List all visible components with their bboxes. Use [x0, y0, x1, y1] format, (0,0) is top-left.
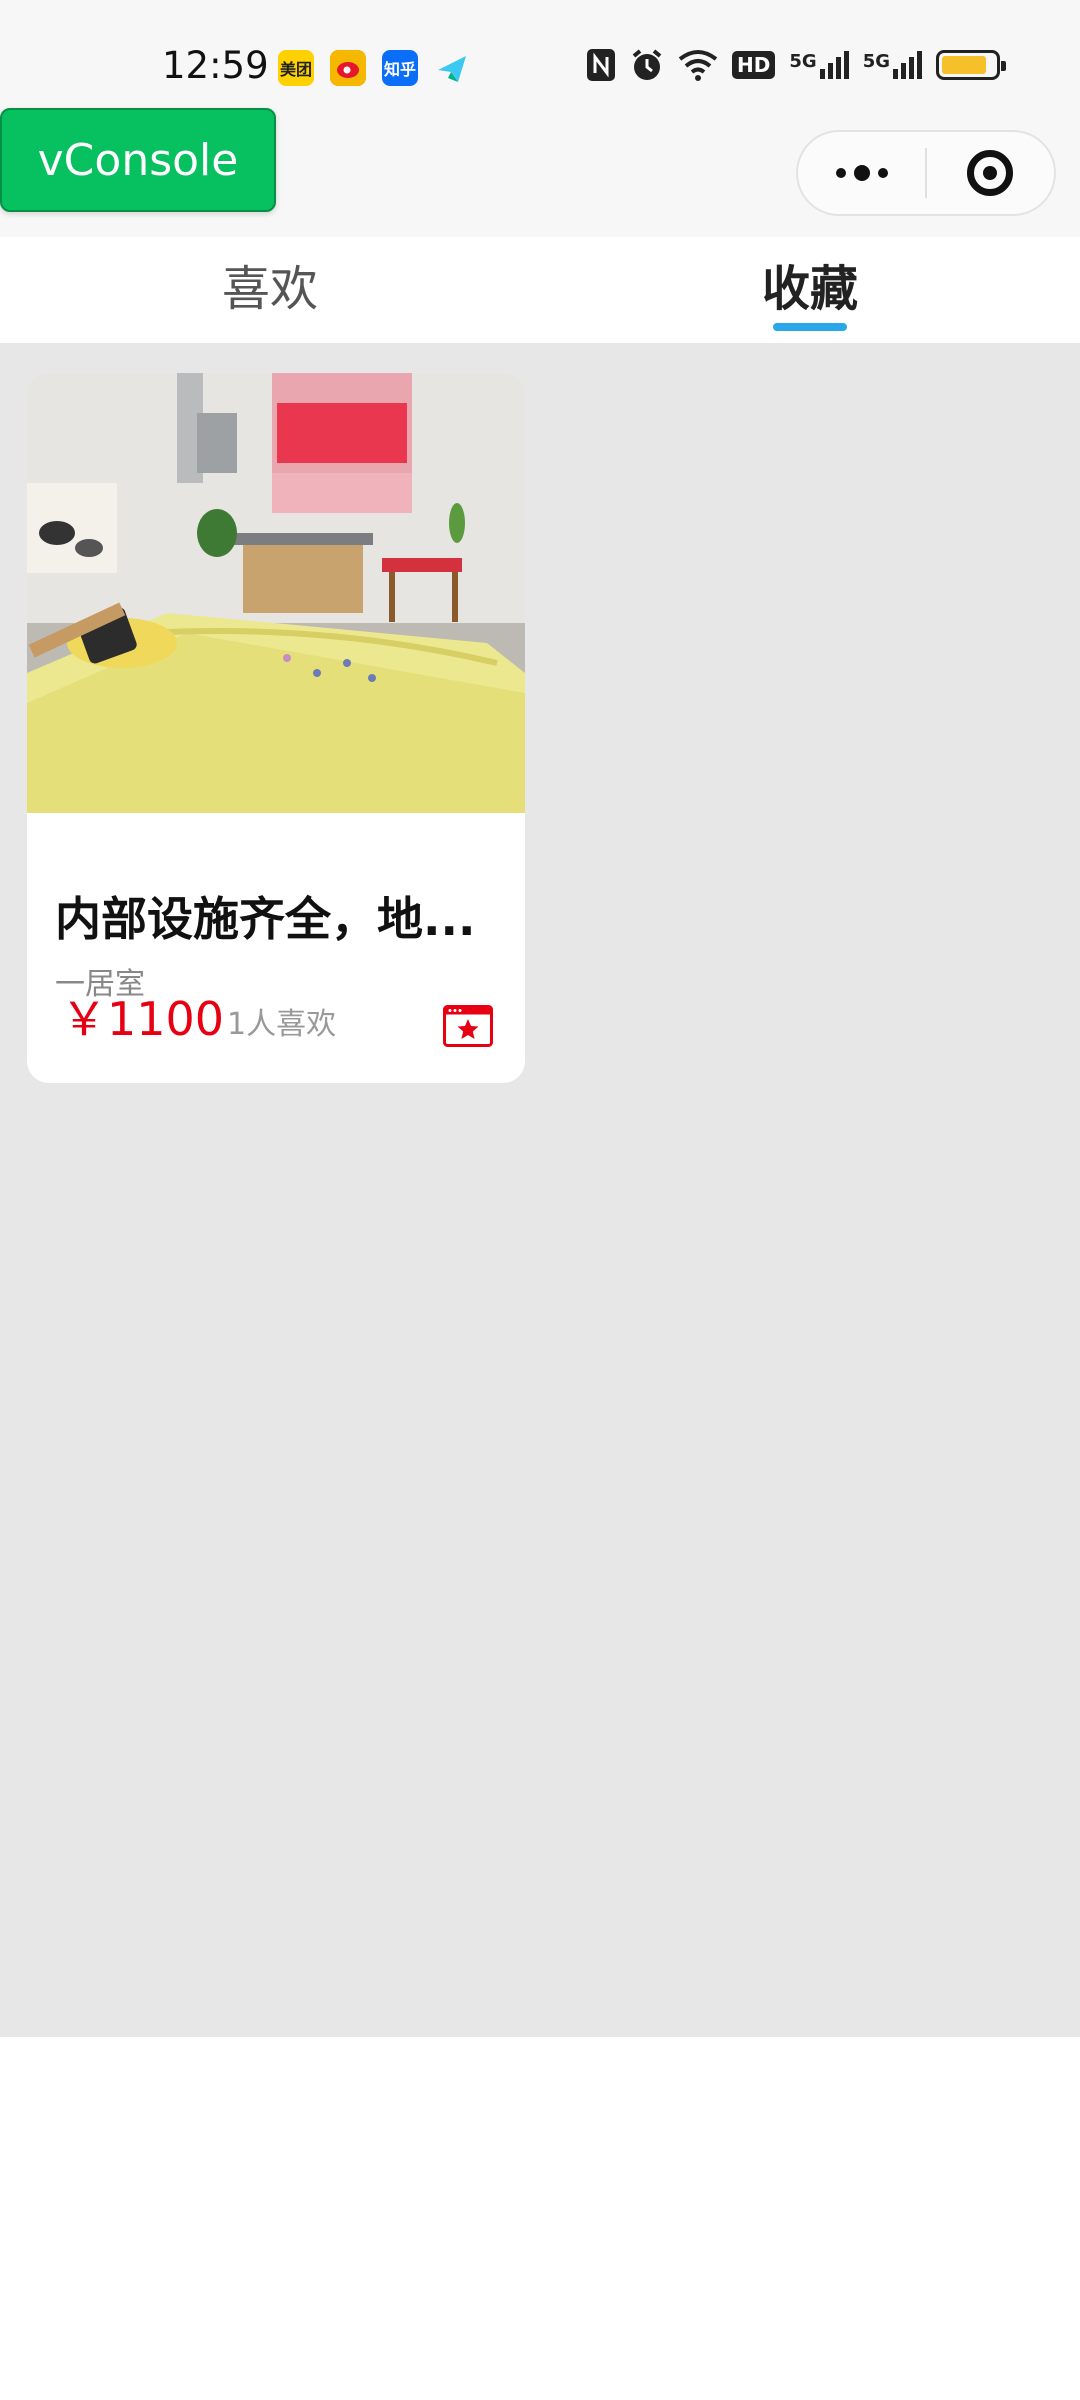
tab-favorites[interactable]: 收藏 [540, 237, 1080, 343]
more-icon-center [853, 165, 870, 181]
tab-bar: 喜欢 收藏 [0, 237, 1080, 343]
favorites-list: 内部设施齐全，地... 一居室 ￥1100 1人喜欢 [0, 343, 1080, 2037]
tab-likes[interactable]: 喜欢 [0, 237, 540, 343]
listing-price: ￥1100 [61, 992, 225, 1046]
more-button[interactable] [798, 132, 925, 214]
hd-icon: HD [732, 51, 776, 79]
favorite-star-icon[interactable] [443, 1005, 493, 1047]
more-icon [835, 168, 846, 178]
meituan-icon: 美团 [278, 50, 314, 86]
mini-program-capsule [796, 130, 1056, 216]
close-icon [967, 150, 1014, 196]
vconsole-button[interactable]: vConsole [0, 108, 276, 212]
alarm-icon [632, 49, 662, 80]
close-button[interactable] [927, 132, 1054, 214]
listing-photo [27, 373, 525, 813]
wifi-icon [678, 50, 718, 81]
status-indicators: HD 5G 5G [586, 48, 1006, 82]
zhihu-icon: 知乎 [382, 50, 418, 86]
battery-icon [936, 50, 1006, 80]
tab-indicator [773, 323, 847, 331]
battery-fill [942, 56, 987, 74]
weibo-icon [330, 50, 366, 86]
status-time: 12:59 [162, 44, 269, 87]
listing-card[interactable]: 内部设施齐全，地... 一居室 ￥1100 1人喜欢 [27, 373, 525, 1083]
nfc-icon [587, 49, 616, 81]
5g-signal-icon: 5G [789, 51, 849, 79]
feishu-icon [434, 50, 470, 86]
tab-label: 喜欢 [221, 261, 318, 317]
5g-signal-icon: 5G [863, 51, 922, 79]
more-icon-right [877, 168, 888, 178]
listing-likes: 1人喜欢 [227, 1007, 337, 1042]
listing-title: 内部设施齐全，地... [55, 892, 476, 946]
